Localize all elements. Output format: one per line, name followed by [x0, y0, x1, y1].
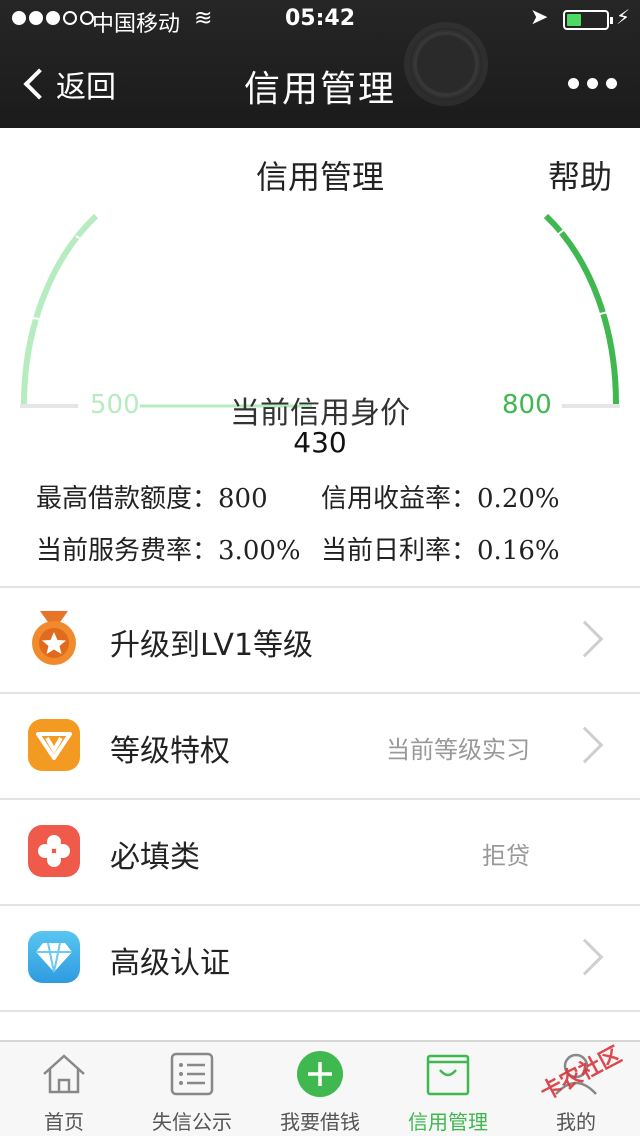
home-icon [43, 1054, 85, 1094]
plus-circle-icon [297, 1051, 343, 1097]
help-link[interactable]: 帮助 [548, 152, 612, 198]
status-bar: 中国移动 ≋ 05:42 ➤ ⚡ [0, 0, 640, 40]
tab-label: 失信公示 [152, 1110, 232, 1134]
tab-label: 首页 [44, 1110, 84, 1134]
page-subtitle: 信用管理 [255, 158, 384, 196]
list-item-label: 等级特权 [110, 734, 230, 769]
chevron-right-icon [566, 938, 604, 976]
nav-title: 信用管理 [243, 69, 396, 110]
tab-label: 信用管理 [408, 1110, 488, 1134]
more-dots-icon [568, 78, 579, 89]
list-item-label: 升级到LV1等级 [110, 628, 314, 663]
tab-dishonest-list[interactable]: 失信公示 [128, 1042, 256, 1136]
charging-icon: ⚡ [616, 5, 631, 29]
tab-label: 我的 [556, 1110, 596, 1134]
stat-yield-rate: 信用收益率：0.20% [321, 484, 560, 514]
list-item-required[interactable]: 必填类 拒贷 [0, 800, 640, 906]
tab-borrow[interactable]: 我要借钱 [256, 1042, 384, 1136]
location-arrow-icon: ➤ [530, 5, 549, 30]
credit-menu-list: 升级到LV1等级 等级特权 当前等级实习 必填类 拒贷 高级认证 [0, 586, 640, 1012]
tab-credit-manage[interactable]: 信用管理 [384, 1042, 512, 1136]
list-item-value: 当前等级实习 [386, 736, 530, 764]
list-icon [170, 1052, 214, 1096]
shopping-bag-icon [426, 1054, 470, 1096]
stat-service-fee: 当前服务费率：3.00% [36, 536, 301, 566]
floating-assistive-button[interactable] [410, 28, 482, 100]
list-item-upgrade[interactable]: 升级到LV1等级 [0, 588, 640, 694]
nav-bar: 返回 信用管理 [0, 40, 640, 128]
credit-gauge: 500 800 当前信用身价 430 [0, 200, 640, 460]
list-item-label: 高级认证 [110, 946, 230, 981]
tab-home[interactable]: 首页 [0, 1042, 128, 1136]
list-item-label: 必填类 [110, 840, 200, 875]
tab-label: 我要借钱 [280, 1110, 360, 1134]
gauge-value: 430 [293, 426, 347, 459]
stat-max-loan: 最高借款额度：800 [36, 484, 268, 514]
more-button[interactable] [568, 78, 617, 89]
list-item-privileges[interactable]: 等级特权 当前等级实习 [0, 694, 640, 800]
medal-icon [28, 611, 80, 665]
diamond-icon [28, 931, 80, 983]
chevron-right-icon [566, 726, 604, 764]
battery-icon [563, 10, 613, 30]
chevron-right-icon [566, 620, 604, 658]
list-item-advanced-auth[interactable]: 高级认证 [0, 906, 640, 1012]
credit-stats: 最高借款额度：800 信用收益率：0.20% 当前服务费率：3.00% 当前日利… [36, 478, 616, 582]
v-badge-icon [28, 719, 80, 771]
flower-icon [28, 825, 80, 877]
stat-daily-rate: 当前日利率：0.16% [321, 536, 560, 566]
top-bar: 中国移动 ≋ 05:42 ➤ ⚡ 返回 信用管理 [0, 0, 640, 128]
list-item-value: 拒贷 [482, 842, 530, 870]
